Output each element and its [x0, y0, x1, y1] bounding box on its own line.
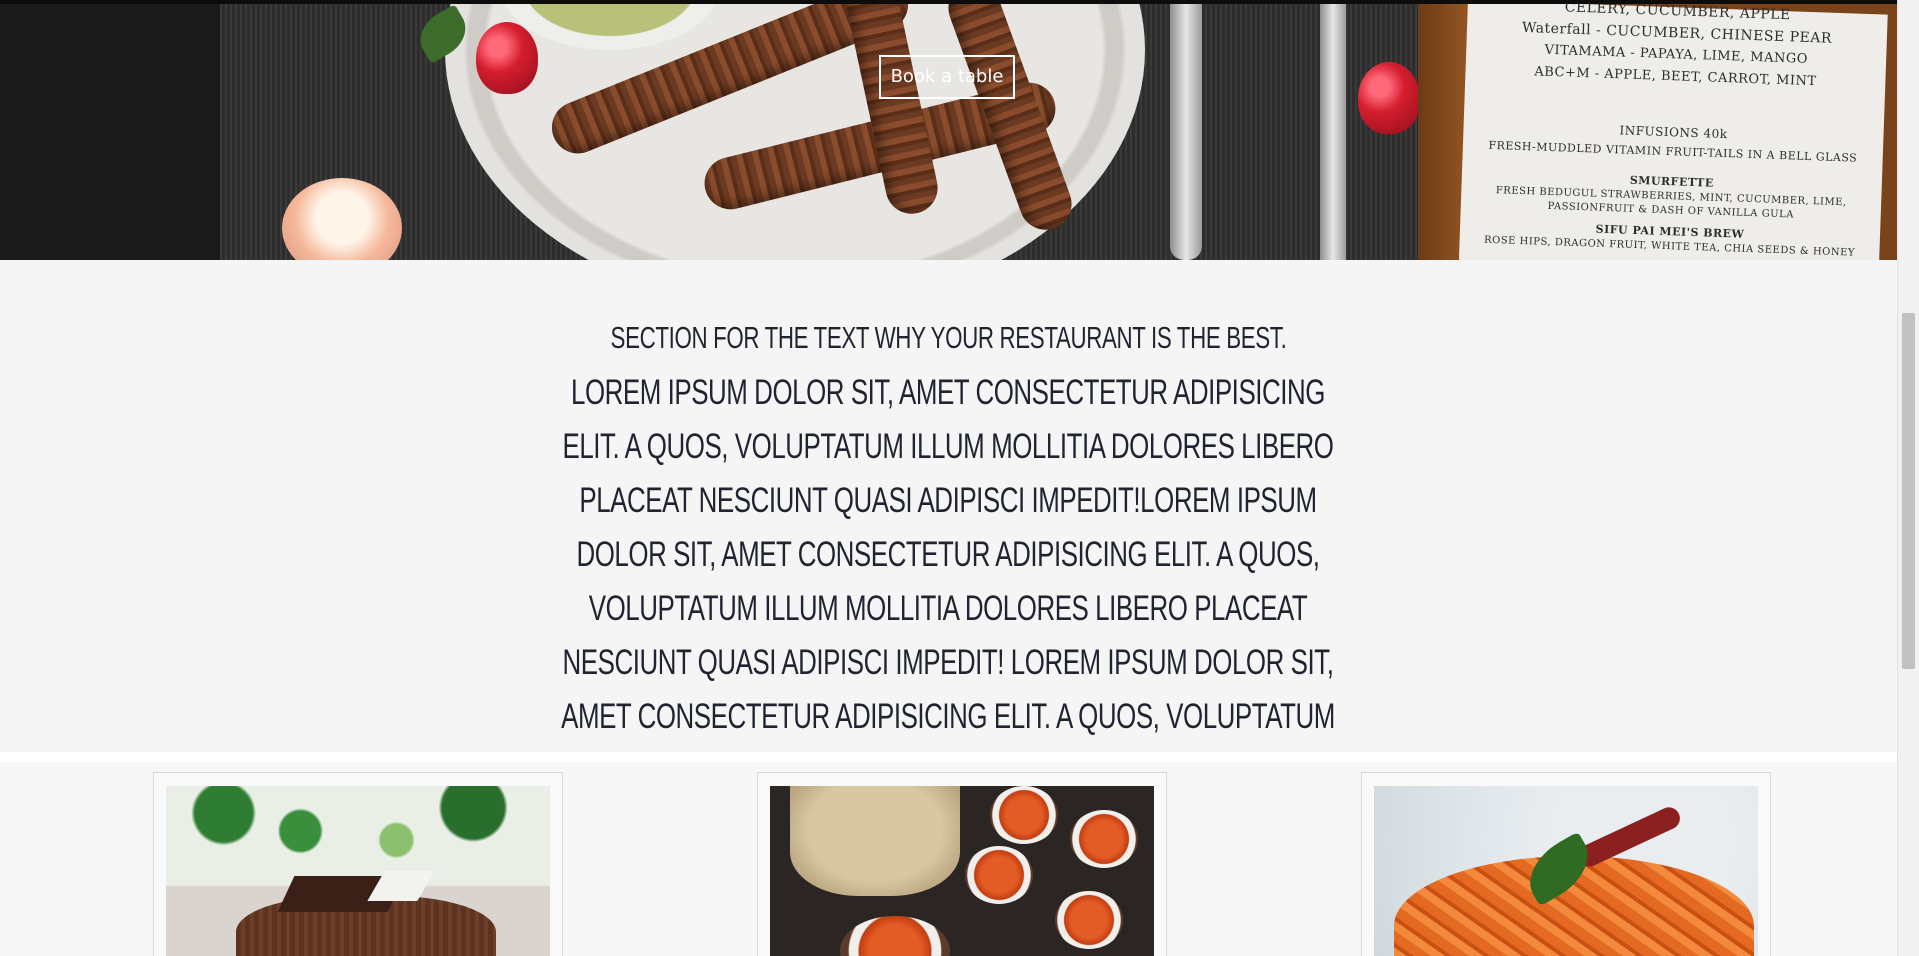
hero-strawberry [1358, 62, 1420, 134]
indian-dishes-image [770, 786, 1154, 956]
hero-fork [1170, 0, 1202, 260]
page-scrollbar[interactable] [1897, 0, 1919, 956]
section-divider [0, 752, 1897, 762]
hero-banner: CELERY, CUCUMBER, APPLE Waterfall - CUCU… [0, 0, 1897, 260]
chocolate-cake-image [166, 786, 550, 956]
naan-basket-shape [790, 786, 960, 896]
curry-bowl [990, 786, 1058, 844]
hero-knife [1320, 0, 1346, 260]
salad-plate [840, 916, 950, 956]
curry-bowl [1070, 810, 1138, 868]
penne-pasta-image [1374, 786, 1758, 956]
food-card-indian[interactable] [757, 772, 1167, 956]
book-table-button[interactable]: Book a table [879, 55, 1015, 99]
curry-bowl [1055, 891, 1123, 949]
about-heading: Section for the text why your restaurant… [610, 320, 1287, 355]
curry-bowl [965, 846, 1033, 904]
scrollbar-thumb[interactable] [1902, 313, 1915, 669]
hero-menu-card: CELERY, CUCUMBER, APPLE Waterfall - CUCU… [1458, 0, 1888, 260]
hero-top-edge [0, 0, 1897, 4]
food-card-cake[interactable] [153, 772, 563, 956]
food-card-pasta[interactable] [1361, 772, 1771, 956]
page: CELERY, CUCUMBER, APPLE Waterfall - CUCU… [0, 0, 1919, 956]
food-cards-row [0, 762, 1897, 956]
about-section: Section for the text why your restaurant… [0, 260, 1897, 844]
hero-strawberry [476, 22, 538, 94]
